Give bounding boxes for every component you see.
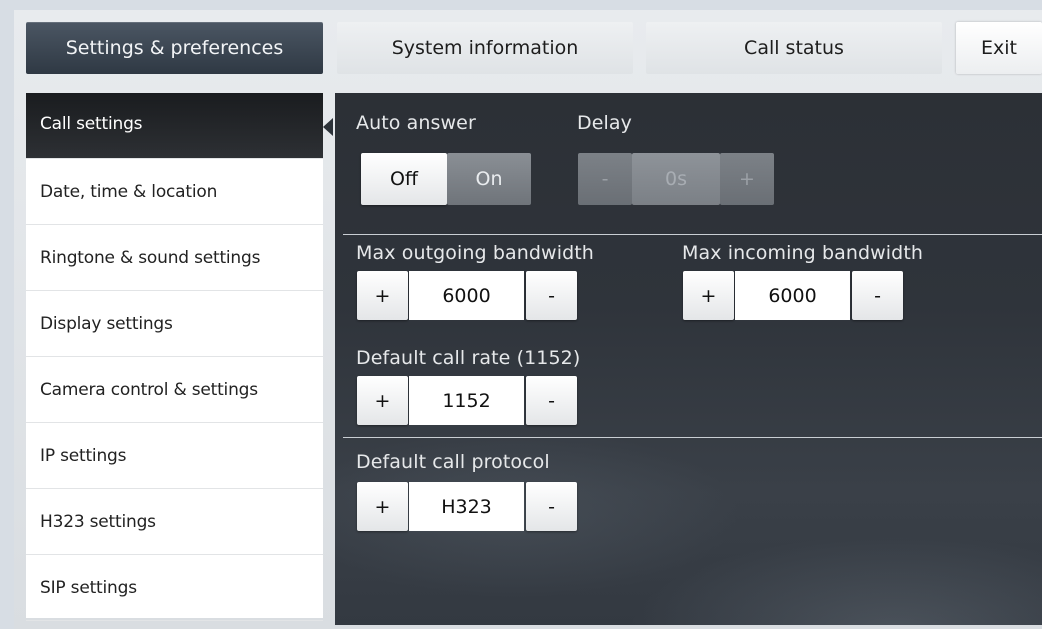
selection-pointer-icon (323, 118, 333, 136)
delay-plus-button[interactable]: + (720, 153, 774, 205)
max-outgoing-minus-button[interactable]: - (526, 271, 577, 320)
max-incoming-plus-button[interactable]: + (683, 271, 734, 320)
sidebar-item-date-time-location[interactable]: Date, time & location (26, 159, 323, 225)
default-call-protocol-label: Default call protocol (356, 451, 550, 473)
max-outgoing-bandwidth-label: Max outgoing bandwidth (356, 242, 594, 264)
default-call-protocol-plus-button[interactable]: + (357, 482, 408, 531)
tab-settings-preferences[interactable]: Settings & preferences (26, 22, 323, 74)
default-call-rate-plus-button[interactable]: + (357, 376, 408, 425)
sidebar-item-h323-settings[interactable]: H323 settings (26, 489, 323, 555)
section-divider (343, 234, 1042, 235)
default-call-rate-value: 1152 (409, 376, 524, 425)
exit-button[interactable]: Exit (956, 22, 1042, 74)
max-outgoing-plus-button[interactable]: + (357, 271, 408, 320)
max-incoming-minus-button[interactable]: - (852, 271, 903, 320)
sidebar-item-sip-settings[interactable]: SIP settings (26, 555, 323, 621)
sidebar-item-camera-control[interactable]: Camera control & settings (26, 357, 323, 423)
auto-answer-on-button[interactable]: On (447, 153, 531, 205)
section-divider (343, 437, 1042, 438)
sidebar-item-call-settings[interactable]: Call settings (26, 93, 323, 159)
default-call-protocol-minus-button[interactable]: - (526, 482, 577, 531)
tab-system-information[interactable]: System information (337, 22, 633, 74)
sidebar: Call settings Date, time & location Ring… (26, 93, 323, 621)
sidebar-item-display[interactable]: Display settings (26, 291, 323, 357)
max-incoming-bandwidth-label: Max incoming bandwidth (682, 242, 924, 264)
max-outgoing-value: 6000 (409, 271, 524, 320)
delay-value: 0s (632, 153, 720, 205)
sidebar-item-ringtone-sound[interactable]: Ringtone & sound settings (26, 225, 323, 291)
auto-answer-label: Auto answer (356, 112, 476, 134)
tab-call-status[interactable]: Call status (646, 22, 942, 74)
sidebar-item-ip-settings[interactable]: IP settings (26, 423, 323, 489)
auto-answer-off-button[interactable]: Off (361, 153, 447, 205)
default-call-rate-minus-button[interactable]: - (526, 376, 577, 425)
default-call-protocol-value: H323 (409, 482, 524, 531)
delay-label: Delay (577, 112, 632, 134)
max-incoming-value: 6000 (735, 271, 850, 320)
delay-minus-button[interactable]: - (578, 153, 632, 205)
default-call-rate-label: Default call rate (1152) (356, 347, 581, 369)
